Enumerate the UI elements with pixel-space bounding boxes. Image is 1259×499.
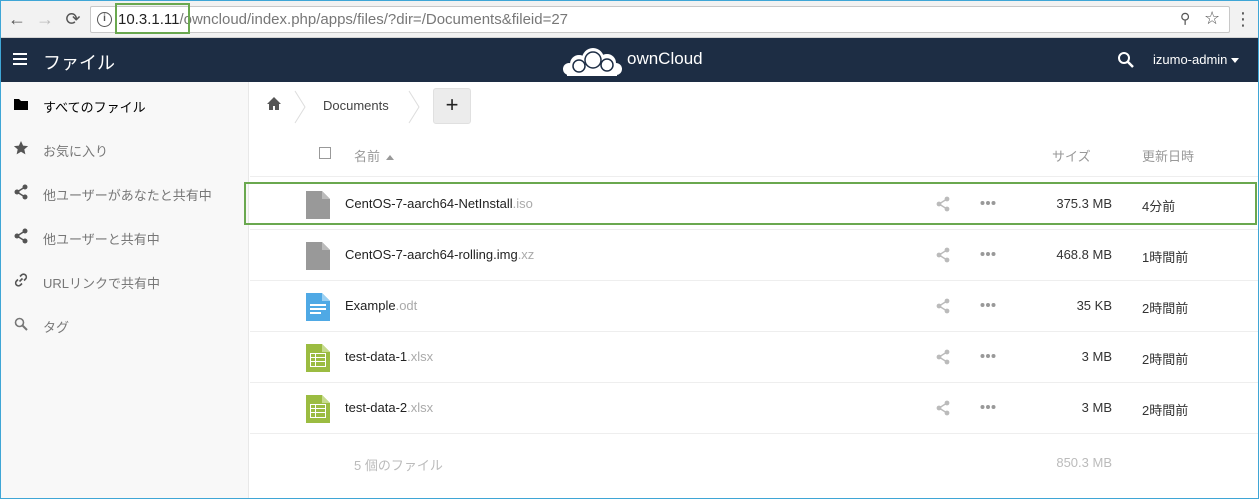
share-icon (14, 184, 28, 200)
file-base-name: test-data-2 (345, 400, 408, 415)
file-name[interactable]: CentOS-7-aarch64-rolling.img.xz (345, 247, 534, 262)
app-window: ← → ⟳ i 10.3.1.11/owncloud/index.php/app… (0, 0, 1259, 499)
file-extension: .xlsx (407, 349, 434, 364)
sidebar-item-favorites[interactable]: お気に入り (1, 126, 249, 170)
chevron-down-icon (1231, 58, 1240, 64)
file-name[interactable]: test-data-2.xlsx (345, 400, 433, 415)
folder-icon (14, 99, 28, 110)
sidebar-item-shared-by-link[interactable]: URLリンクで共有中 (1, 258, 249, 302)
file-modified: 2時間前 (1142, 301, 1189, 316)
sidebar-item-label: タグ (43, 320, 70, 335)
share-icon (14, 228, 28, 244)
document-file-icon (306, 293, 330, 321)
file-extension: .xlsx (407, 400, 434, 415)
file-summary: 5 個のファイル 850.3 MB (250, 433, 1258, 493)
reload-button[interactable]: ⟳ (62, 7, 84, 31)
sidebar: すべてのファイル お気に入り 他ユーザーがあなたと共有中 他ユーザーと共有中 U… (1, 82, 249, 498)
file-base-name: test-data-1 (345, 349, 408, 364)
share-icon[interactable] (936, 298, 950, 314)
share-icon[interactable] (936, 247, 950, 263)
key-icon[interactable]: ⚲ (1180, 10, 1194, 28)
table-row[interactable]: test-data-1.xlsx 3 MB 2時間前 (250, 332, 1258, 383)
browser-menu-icon[interactable]: ⋮ (1234, 8, 1252, 30)
column-header-name[interactable]: 名前 (354, 146, 395, 165)
home-icon[interactable] (266, 96, 282, 111)
bookmark-star-icon[interactable]: ☆ (1204, 8, 1220, 29)
browser-toolbar: ← → ⟳ i 10.3.1.11/owncloud/index.php/app… (1, 1, 1258, 38)
info-icon[interactable]: i (97, 12, 112, 27)
owncloud-logo-icon[interactable] (559, 42, 623, 78)
select-all-checkbox[interactable] (319, 147, 331, 159)
hamburger-menu-icon[interactable] (13, 53, 27, 65)
user-menu[interactable]: izumo-admin (1153, 52, 1240, 67)
row-highlight-box (244, 182, 1257, 225)
forward-button[interactable]: → (34, 7, 56, 31)
url-path: /owncloud/index.php/apps/files/?dir=/Doc… (179, 11, 569, 28)
more-actions-icon[interactable] (980, 404, 996, 410)
spreadsheet-file-icon (306, 344, 330, 372)
summary-total-size: 850.3 MB (1056, 455, 1112, 470)
column-header-modified[interactable]: 更新日時 (1142, 146, 1194, 165)
sort-ascending-icon (386, 155, 395, 161)
file-size: 35 KB (1076, 298, 1112, 313)
column-name-label: 名前 (354, 149, 381, 164)
user-name: izumo-admin (1153, 52, 1228, 67)
sidebar-item-label: 他ユーザーと共有中 (43, 232, 160, 247)
link-icon (14, 273, 28, 287)
sidebar-item-label: URLリンクで共有中 (43, 276, 161, 291)
app-title[interactable]: ファイル (43, 49, 115, 75)
sidebar-item-all-files[interactable]: すべてのファイル (1, 82, 249, 126)
file-size: 3 MB (1081, 400, 1112, 415)
more-actions-icon[interactable] (980, 251, 996, 257)
spreadsheet-file-icon (306, 395, 330, 423)
summary-file-count: 5 個のファイル (354, 458, 443, 473)
search-icon (14, 317, 28, 331)
generic-file-icon (306, 242, 330, 270)
app-header: ファイル ownCloud izumo-admin (1, 38, 1258, 82)
host-highlight-box (115, 3, 190, 34)
share-icon[interactable] (936, 400, 950, 416)
breadcrumb-separator-icon (294, 90, 306, 124)
file-extension: .odt (395, 298, 418, 313)
file-size: 3 MB (1081, 349, 1112, 364)
address-bar[interactable]: i 10.3.1.11/owncloud/index.php/apps/file… (90, 6, 1230, 33)
more-actions-icon[interactable] (980, 302, 996, 308)
new-file-button[interactable]: + (433, 88, 471, 124)
file-base-name: CentOS-7-aarch64-rolling.img (345, 247, 518, 262)
back-button[interactable]: ← (6, 7, 28, 31)
more-actions-icon[interactable] (980, 353, 996, 359)
breadcrumb-separator-icon (408, 90, 420, 124)
file-modified: 2時間前 (1142, 352, 1189, 367)
file-extension: .xz (517, 247, 535, 262)
file-size: 468.8 MB (1056, 247, 1112, 262)
file-modified: 2時間前 (1142, 403, 1189, 418)
sidebar-item-shared-with-you[interactable]: 他ユーザーがあなたと共有中 (1, 170, 249, 214)
file-name[interactable]: Example.odt (345, 298, 417, 313)
column-header-size[interactable]: サイズ (1052, 146, 1091, 165)
share-icon[interactable] (936, 349, 950, 365)
sidebar-item-label: お気に入り (43, 144, 109, 159)
table-row[interactable]: CentOS-7-aarch64-rolling.img.xz 468.8 MB… (250, 230, 1258, 281)
file-table-header: 名前 サイズ 更新日時 (250, 131, 1258, 177)
sidebar-item-label: 他ユーザーがあなたと共有中 (43, 188, 212, 203)
sidebar-item-tags[interactable]: タグ (1, 302, 249, 346)
sidebar-item-label: すべてのファイル (43, 100, 146, 115)
file-name[interactable]: test-data-1.xlsx (345, 349, 433, 364)
search-icon[interactable] (1117, 51, 1135, 69)
sidebar-item-shared-with-others[interactable]: 他ユーザーと共有中 (1, 214, 249, 258)
file-base-name: Example (345, 298, 396, 313)
breadcrumb-documents[interactable]: Documents (323, 98, 389, 113)
table-row[interactable]: test-data-2.xlsx 3 MB 2時間前 (250, 383, 1258, 434)
table-row[interactable]: Example.odt 35 KB 2時間前 (250, 281, 1258, 332)
file-modified: 1時間前 (1142, 250, 1189, 265)
breadcrumb: Documents + (250, 82, 1258, 128)
brand-name: ownCloud (627, 49, 703, 68)
star-icon (13, 141, 29, 155)
